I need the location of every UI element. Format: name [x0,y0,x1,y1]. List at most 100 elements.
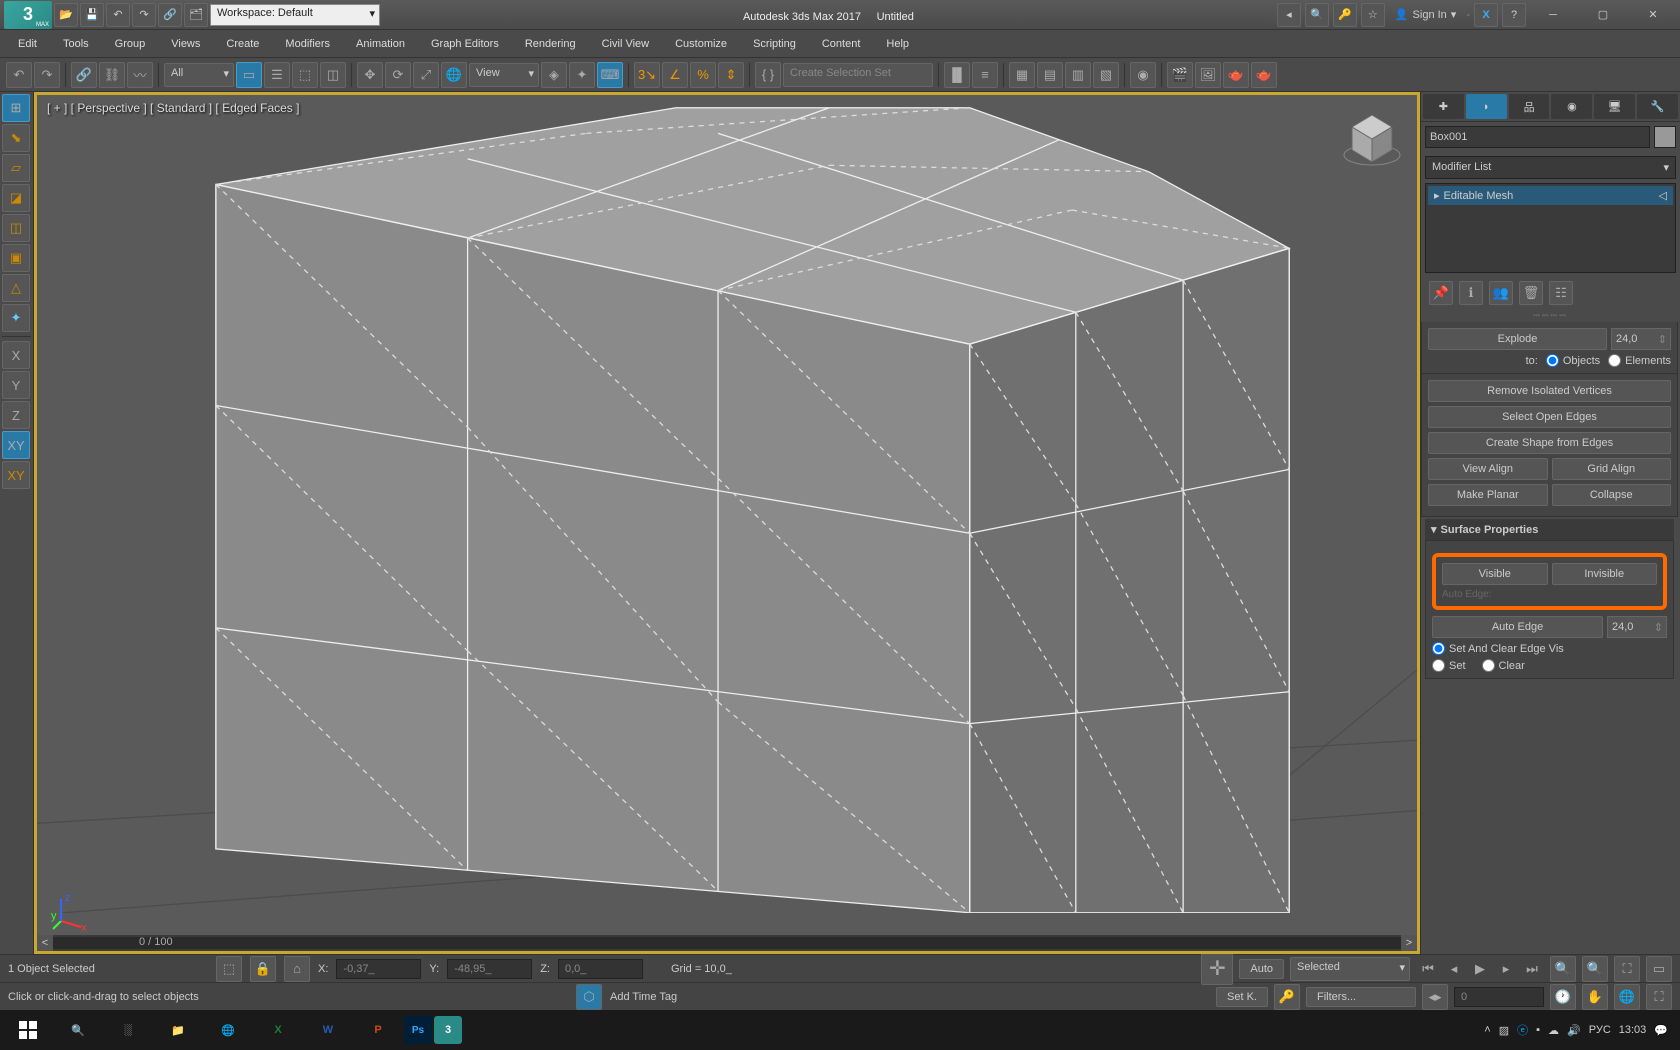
menu-scripting[interactable]: Scripting [741,34,808,54]
show-end-button[interactable]: ℹ [1459,281,1483,305]
x-coord-input[interactable] [336,959,421,979]
render-production-button[interactable]: 🫖 [1223,62,1249,88]
3dsmax-taskbar-icon[interactable]: 3 [434,1016,462,1044]
project-icon[interactable]: 🗂 [184,3,208,27]
layer-explorer-button[interactable]: ▦ [1009,62,1035,88]
orbit-button[interactable]: 🌐 [1614,984,1640,1010]
menu-graph-editors[interactable]: Graph Editors [419,34,511,54]
placement-button[interactable]: 🌐 [441,62,467,88]
powerpoint-icon[interactable]: P [354,1012,402,1048]
hierarchy-tab[interactable]: 品 [1509,94,1550,119]
bind-spacewarp-icon[interactable]: 〰 [127,62,153,88]
close-button[interactable]: ✕ [1630,1,1676,29]
task-view-button[interactable]: ░ [104,1012,152,1048]
time-tag-icon[interactable]: ⬡ [576,984,602,1010]
absolute-mode-icon[interactable]: ⌂ [284,956,310,982]
poly-subobj-button[interactable]: ◫ [2,214,30,242]
tray-app-icon[interactable]: ▪ [1536,1024,1540,1036]
motion-tab[interactable]: ◉ [1551,94,1592,119]
selection-set-input[interactable]: Create Selection Set [783,63,933,87]
open-icon[interactable]: 📂 [54,3,78,27]
viewcube[interactable] [1337,105,1407,175]
schematic-view-button[interactable]: ▧ [1093,62,1119,88]
keyboard-shortcut-button[interactable]: ⌨ [597,62,623,88]
pan-button[interactable]: ✋ [1582,984,1608,1010]
workspace-selector[interactable]: Workspace: Default [210,4,380,26]
sel-lock-button[interactable]: ⊞ [2,94,30,122]
word-icon[interactable]: W [304,1012,352,1048]
explode-value-spinner[interactable]: 24,0 [1611,328,1671,350]
visible-button[interactable]: Visible [1442,563,1548,585]
chrome-icon[interactable]: 🌐 [204,1012,252,1048]
rotate-button[interactable]: ⟳ [385,62,411,88]
view-align-button[interactable]: View Align [1428,458,1548,480]
select-region-button[interactable]: ⬚ [292,62,318,88]
modify-tab[interactable]: ◗ [1466,94,1507,119]
menu-create[interactable]: Create [214,34,271,54]
face-subobj-button[interactable]: ◪ [2,184,30,212]
ref-coord-system[interactable]: View [469,63,539,87]
next-frame-button[interactable]: ▸ [1494,957,1518,981]
nav-back-icon[interactable]: ◂ [1277,3,1301,27]
excel-icon[interactable]: X [254,1012,302,1048]
key-filters-button[interactable]: Filters... [1306,987,1416,1007]
scale-button[interactable]: ⤢ [413,62,439,88]
tray-volume-icon[interactable]: 🔊 [1567,1024,1581,1037]
menu-modifiers[interactable]: Modifiers [273,34,342,54]
minimize-button[interactable]: ─ [1530,1,1576,29]
lock-icon[interactable]: 🔒 [250,956,276,982]
snap-point-button[interactable]: ✦ [2,304,30,332]
axis-z-button[interactable]: Z [2,401,30,429]
app-logo[interactable]: 3 [4,1,52,29]
vertex-subobj-button[interactable]: ⬊ [2,124,30,152]
viewport-label[interactable]: [ + ] [ Perspective ] [ Standard ] [ Edg… [47,101,299,115]
align-button[interactable]: ≡ [972,62,998,88]
axis-xy2-button[interactable]: XY [2,461,30,489]
grid-align-button[interactable]: Grid Align [1552,458,1672,480]
add-time-tag-button[interactable]: Add Time Tag [610,991,677,1003]
set-clear-radio[interactable]: Set And Clear Edge Vis [1432,642,1667,655]
menu-civil-view[interactable]: Civil View [590,34,661,54]
select-object-button[interactable]: ▭ [236,62,262,88]
time-config-button[interactable]: 🕐 [1550,984,1576,1010]
manipulate-button[interactable]: ✦ [569,62,595,88]
display-tab[interactable]: 🖥 [1594,94,1635,119]
auto-edge-button[interactable]: Auto Edge [1432,616,1603,638]
zoom-button[interactable]: 🔍 [1550,956,1576,982]
clear-radio[interactable]: Clear [1482,659,1525,672]
make-planar-button[interactable]: Make Planar [1428,484,1548,506]
curve-editor-button[interactable]: ▥ [1065,62,1091,88]
exchange-icon[interactable]: X [1474,3,1498,27]
material-editor-button[interactable]: ◉ [1130,62,1156,88]
axis-xy-button[interactable]: XY [2,431,30,459]
modifier-stack[interactable]: ▸ Editable Mesh ◁ [1425,183,1676,273]
tray-notifications-icon[interactable]: 💬 [1654,1024,1668,1037]
start-button[interactable] [4,1012,52,1048]
set-key-button[interactable]: Set K. [1216,987,1268,1007]
maximize-button[interactable]: ▢ [1580,1,1626,29]
axis-y-button[interactable]: Y [2,371,30,399]
collapse-button[interactable]: Collapse [1552,484,1672,506]
tray-onedrive-icon[interactable]: ☁ [1548,1024,1559,1037]
rendered-frame-button[interactable]: 🖼 [1195,62,1221,88]
object-color-swatch[interactable] [1654,126,1676,148]
undo-icon[interactable]: ↶ [106,3,130,27]
lock-icon[interactable]: ◁ [1659,189,1667,202]
pivot-center-button[interactable]: ◈ [541,62,567,88]
explode-button[interactable]: Explode [1428,328,1607,350]
unlink-button[interactable]: ⛓ [99,62,125,88]
search-button[interactable]: 🔍 [54,1012,102,1048]
select-name-button[interactable]: ☰ [264,62,290,88]
y-coord-input[interactable] [447,959,532,979]
tray-edge-icon[interactable]: ⓔ [1517,1022,1528,1038]
menu-help[interactable]: Help [874,34,921,54]
create-shape-button[interactable]: Create Shape from Edges [1428,432,1671,454]
pin-stack-button[interactable]: 📌 [1429,281,1453,305]
tray-gpu-icon[interactable]: ▨ [1499,1024,1509,1037]
goto-start-button[interactable]: ⏮ [1416,957,1440,981]
menu-group[interactable]: Group [103,34,158,54]
modifier-item-editable-mesh[interactable]: ▸ Editable Mesh ◁ [1428,186,1673,205]
modifier-list-dropdown[interactable]: Modifier List▾ [1425,156,1676,179]
save-icon[interactable]: 💾 [80,3,104,27]
element-subobj-button[interactable]: ▣ [2,244,30,272]
